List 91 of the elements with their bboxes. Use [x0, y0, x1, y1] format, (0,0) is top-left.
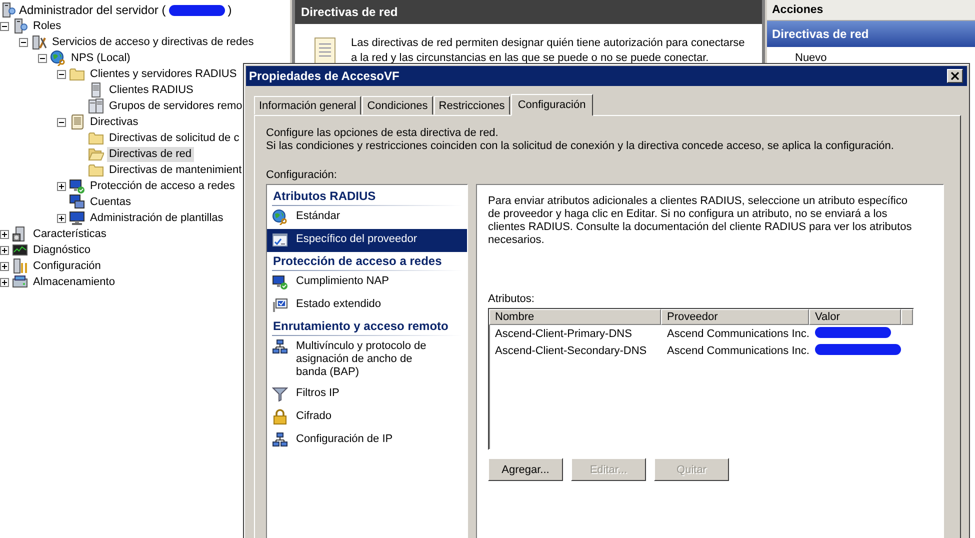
intro-text: Si las condiciones y restricciones coinciden con la solicitud de conexión y la directiva concede acceso, se aplica la configuración.: [266, 140, 895, 153]
storage-icon: [12, 274, 28, 290]
attributes-label: Atributos:: [488, 293, 536, 305]
action-button[interactable]: Agregar...: [488, 458, 563, 481]
column-header[interactable]: Valor: [809, 309, 901, 325]
pane-description: Las directivas de red permiten designar quién tiene autorización para conectarse a la red y las circunstancias en las que se puede o no se puede conectar.: [351, 36, 746, 66]
tree-item[interactable]: Directivas de mantenimient: [107, 162, 244, 178]
globe-key-icon: [272, 209, 288, 225]
settings-item[interactable]: Específico del proveedor: [267, 229, 467, 252]
settings-item[interactable]: Estado extendido: [267, 294, 467, 317]
detail-description: Para enviar atributos adicionales a clientes RADIUS, seleccione un atributo específico de proveedor y haga clic en Editar. Si no configura un atributo, no se enviará a los clientes RADIUS. Consulte la documentación del cliente RADIUS para ver los atributos necesarios.: [488, 195, 913, 247]
tree-item[interactable]: Clientes RADIUS: [107, 82, 196, 98]
settings-item[interactable]: Multivínculo y protocolo de asignación de ancho de banda (BAP): [267, 336, 467, 383]
checklist-icon: [272, 232, 288, 248]
server-icon: [0, 2, 16, 18]
settings-item[interactable]: Configuración de IP: [267, 429, 467, 452]
expand-icon[interactable]: [0, 262, 9, 270]
tab[interactable]: Restricciones: [434, 96, 510, 115]
tree-item[interactable]: Roles: [31, 18, 64, 34]
folder-icon: [88, 130, 104, 146]
section-heading: Protección de acceso a redes: [272, 252, 462, 271]
collapse-icon[interactable]: [57, 118, 66, 126]
network-icon: [272, 339, 288, 355]
tree-item[interactable]: Almacenamiento: [31, 274, 117, 290]
tab[interactable]: Configuración: [510, 94, 593, 116]
monitor-check-icon: [272, 297, 288, 313]
tree-item[interactable]: Servicios de acceso y directivas de redes: [50, 34, 256, 50]
scroll-icon: [69, 114, 85, 130]
tree-item[interactable]: Directivas de solicitud de c: [107, 130, 242, 146]
monitors-icon: [69, 194, 85, 210]
expand-icon[interactable]: [0, 278, 9, 286]
expand-icon[interactable]: [57, 182, 66, 190]
tree-item[interactable]: Directivas: [88, 114, 140, 130]
column-header[interactable]: Nombre: [489, 309, 661, 325]
tools-icon: [12, 258, 28, 274]
servers-icon: [88, 98, 104, 114]
settings-item[interactable]: Cifrado: [267, 406, 467, 429]
tree-item[interactable]: Clientes y servidores RADIUS: [88, 66, 239, 82]
globe-key-icon: [50, 50, 66, 66]
pane-title: Directivas de red: [295, 0, 762, 24]
document-icon: [313, 36, 337, 66]
lock-icon: [272, 409, 288, 425]
tree-item[interactable]: Administración de plantillas: [88, 210, 226, 226]
collapse-icon[interactable]: [19, 38, 28, 46]
collapse-icon[interactable]: [38, 54, 47, 62]
monitor-check-icon: [69, 178, 85, 194]
settings-label: Configuración:: [266, 169, 338, 181]
intro-text: Configure las opciones de esta directiva de red.: [266, 127, 500, 140]
settings-item[interactable]: Estándar: [267, 206, 467, 229]
tree-item[interactable]: NPS (Local): [69, 50, 132, 66]
tab[interactable]: Información general: [254, 96, 362, 115]
tab[interactable]: Condiciones: [362, 96, 433, 115]
table-cell-text: Ascend Communications Inc.: [666, 328, 809, 340]
settings-item[interactable]: Filtros IP: [267, 383, 467, 406]
tree-root-title[interactable]: Administrador del servidor (: [19, 3, 166, 17]
settings-item[interactable]: Cumplimiento NAP: [267, 271, 467, 294]
network-icon: [272, 432, 288, 448]
actions-title: Acciones: [767, 0, 975, 21]
tree-item[interactable]: Grupos de servidores remo: [107, 98, 244, 114]
tree-item[interactable]: Directivas de red: [107, 146, 194, 162]
section-heading: Atributos RADIUS: [272, 187, 462, 206]
collapse-icon[interactable]: [57, 70, 66, 78]
actions-section[interactable]: Directivas de red: [767, 21, 975, 47]
server-tools-icon: [31, 34, 47, 50]
monitor-icon: [69, 210, 85, 226]
tree-item[interactable]: Características: [31, 226, 108, 242]
folder-icon: [69, 66, 85, 82]
tree-item[interactable]: Cuentas: [88, 194, 133, 210]
tree-item[interactable]: Configuración: [31, 258, 103, 274]
diagnostic-icon: [12, 242, 28, 258]
dialog-title: Propiedades de AccesoVF: [249, 69, 400, 83]
table-cell-text: Ascend-Client-Primary-DNS: [494, 328, 633, 340]
table-cell-text: Ascend-Client-Secondary-DNS: [494, 344, 648, 356]
tree-root-title: ): [228, 3, 232, 17]
tree-item[interactable]: Diagnóstico: [31, 242, 92, 258]
expand-icon[interactable]: [0, 230, 9, 238]
collapse-icon[interactable]: [0, 22, 9, 30]
tree-item[interactable]: Protección de acceso a redes: [88, 178, 237, 194]
expand-icon[interactable]: [57, 214, 66, 222]
expand-icon[interactable]: [0, 246, 9, 254]
server-icon: [12, 18, 28, 34]
section-heading: Enrutamiento y acceso remoto: [272, 317, 462, 336]
table-cell-text: Ascend Communications Inc.: [666, 344, 809, 356]
monitor-check-icon: [272, 274, 288, 290]
funnel-icon: [272, 386, 288, 402]
close-button[interactable]: [947, 69, 963, 83]
column-header[interactable]: Proveedor: [661, 309, 809, 325]
open-folder-icon: [88, 146, 104, 162]
action-item[interactable]: Nuevo: [767, 47, 975, 64]
folder-icon: [88, 162, 104, 178]
close-icon: [951, 72, 959, 80]
